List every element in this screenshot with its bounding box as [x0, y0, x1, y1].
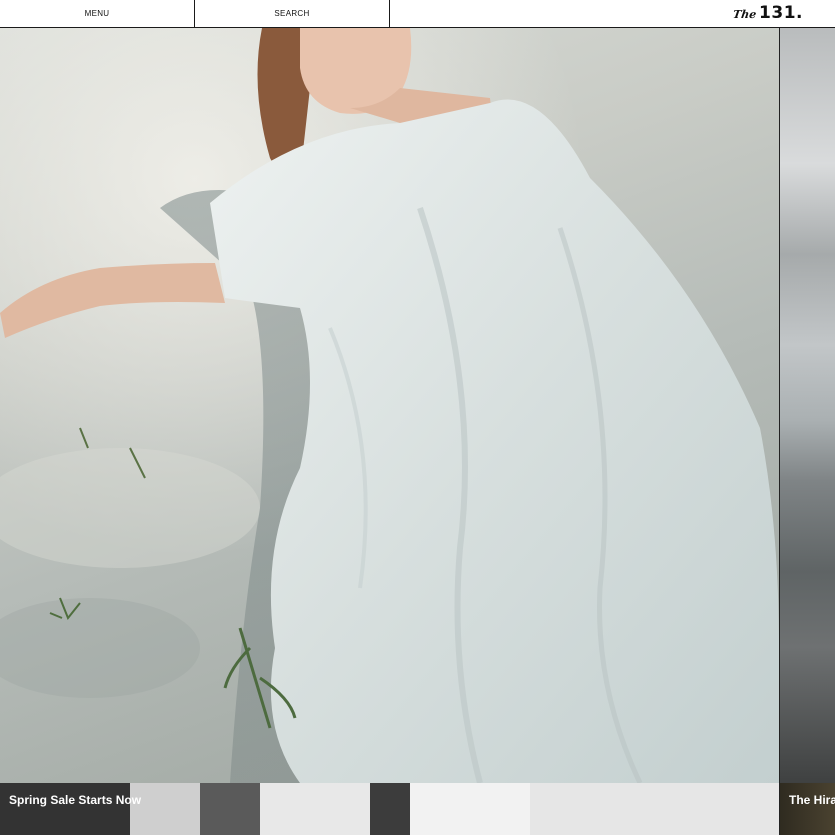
top-navigation-bar: MENU SEARCH The 131. [0, 0, 835, 28]
card-title: Spring Sale Starts Now [9, 793, 142, 807]
card-spring-sale[interactable]: Spring Sale Starts Now [0, 783, 779, 835]
next-feature-image[interactable] [780, 28, 835, 783]
card-image [0, 783, 779, 835]
logo-the: The [731, 8, 757, 21]
hero-feature-image[interactable] [0, 28, 779, 783]
card-the-hira[interactable]: The Hira [780, 783, 835, 835]
hero-illustration [0, 28, 779, 783]
logo-number: 131. [759, 3, 803, 23]
panel-divider [779, 28, 780, 835]
menu-button[interactable]: MENU [0, 0, 195, 27]
search-button[interactable]: SEARCH [195, 0, 390, 27]
card-title: The Hira [789, 793, 835, 807]
site-logo[interactable]: The 131. [731, 3, 803, 25]
